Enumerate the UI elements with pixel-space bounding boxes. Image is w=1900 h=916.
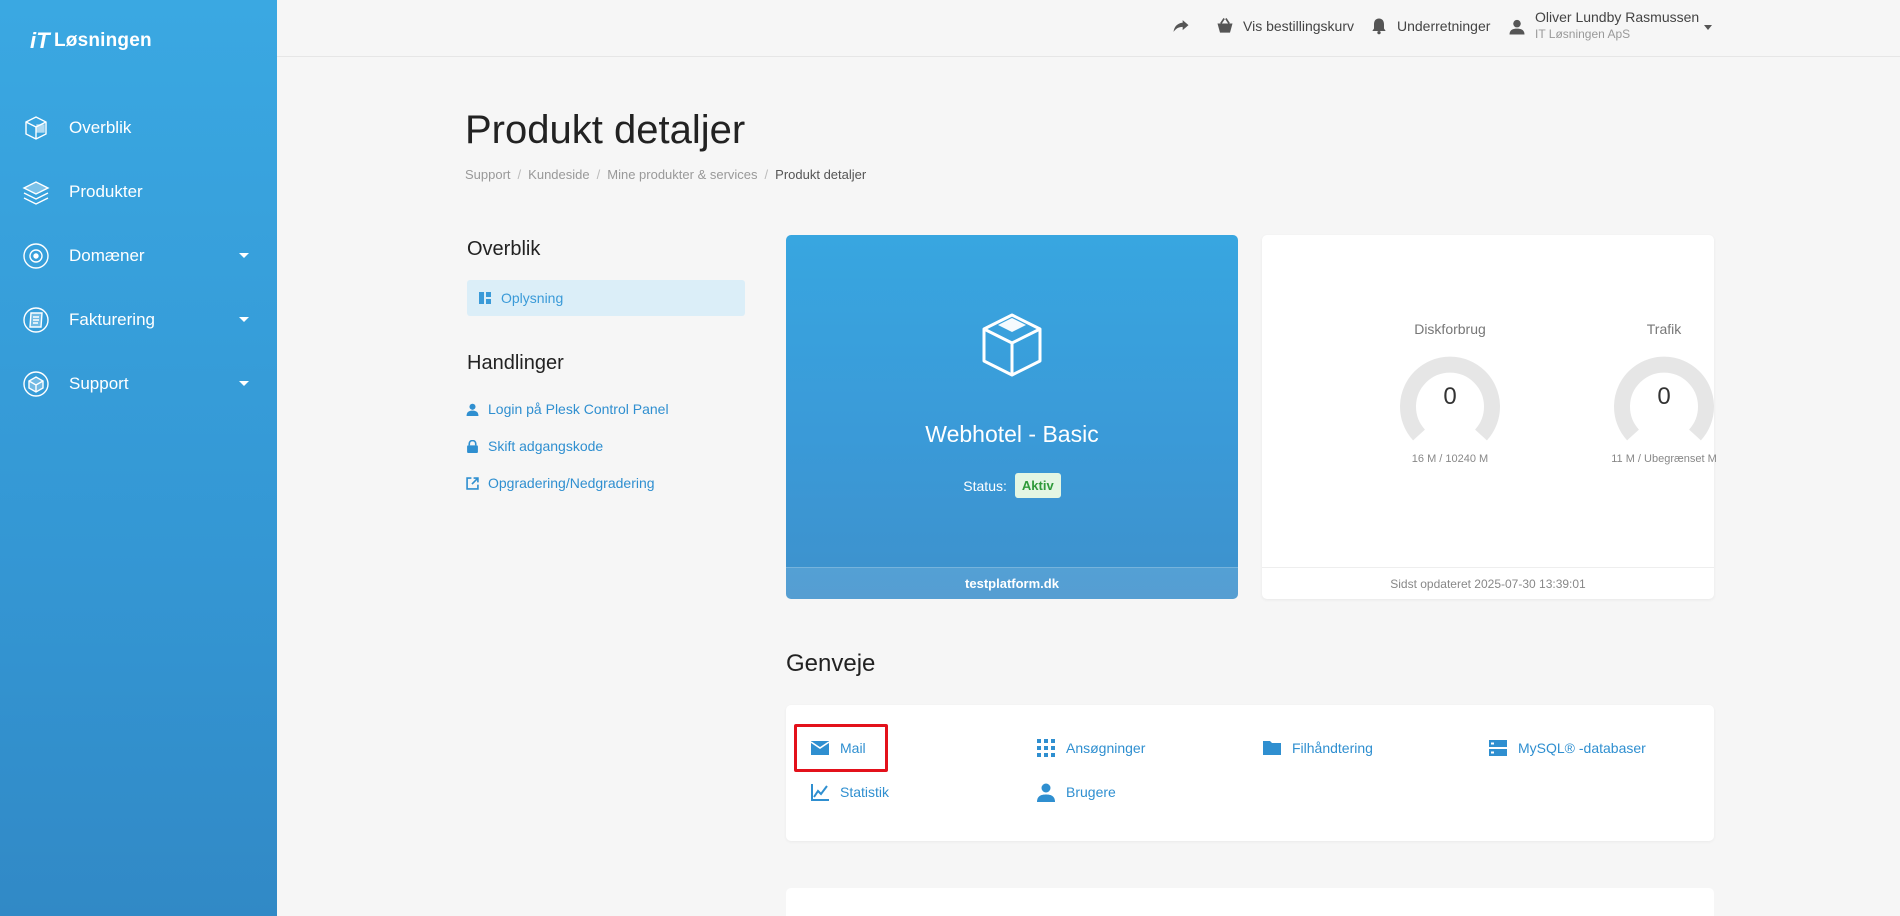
sidebar-item-support[interactable]: Support [0,352,277,416]
shortcut-label: Statistik [840,784,890,800]
bell-icon [1372,18,1386,35]
sidebar-nav: Overblik Produkter Domæner Fakturering S… [0,96,277,416]
shortcut-applications[interactable]: Ansøgninger [1036,738,1145,758]
sidebar-item-fakturering[interactable]: Fakturering [0,288,277,352]
shortcuts-card: Mail Ansøgninger Filhåndtering MySQL® -d… [786,705,1714,841]
user-icon [1509,19,1525,35]
basket-icon [1217,18,1233,33]
product-card: Webhotel - Basic Status: Aktiv testplatf… [786,235,1238,599]
product-box-icon [982,313,1042,377]
product-domain: testplatform.dk [786,567,1238,599]
product-status: Status: Aktiv [786,473,1238,498]
action-change-password[interactable]: Skift adgangskode [466,438,603,454]
page-title: Produkt detaljer [465,108,746,152]
overview-icon [20,112,52,144]
user-icon [466,403,479,416]
share-button[interactable] [1171,16,1191,36]
gauge-title: Trafik [1646,321,1682,337]
overview-item-label: Oplysning [501,290,564,306]
sidebar-item-overblik[interactable]: Overblik [0,96,277,160]
dashboard-icon [479,292,491,304]
action-label: Opgradering/Nedgradering [488,475,655,491]
sidebar-item-label: Overblik [69,118,132,137]
chevron-down-icon [239,253,249,258]
shortcut-statistics[interactable]: Statistik [810,782,889,802]
box-layers-icon [20,176,52,208]
brand-mark: iT [30,28,50,53]
shortcut-label: Filhåndtering [1292,740,1373,756]
shortcut-label: Mail [840,740,866,756]
breadcrumb-separator: / [764,167,769,182]
last-updated: Sidst opdateret 2025-07-30 13:39:01 [1262,567,1714,599]
person-icon [1037,783,1055,802]
gauge-value: 0 [1657,383,1671,410]
breadcrumb-current: Produkt detaljer [775,167,867,182]
gauge-chart: 0 [1611,351,1717,457]
sidebar: iT Løsningen Overblik Produkter Domæner … [0,0,277,916]
sidebar-item-label: Support [69,374,129,393]
apps-grid-icon [1037,739,1055,757]
database-icon [1489,740,1507,756]
breadcrumb-separator: / [517,167,522,182]
gauge-chart: 0 [1397,351,1503,457]
folder-icon [1263,741,1281,755]
globe-icon [20,240,52,272]
notifications-button[interactable]: Underretninger [1369,16,1490,36]
notifications-label: Underretninger [1397,18,1491,34]
user-name: Oliver Lundby Rasmussen [1535,9,1700,25]
sidebar-item-label: Fakturering [69,310,155,329]
overview-section-title: Overblik [467,238,541,260]
sidebar-item-domaener[interactable]: Domæner [0,224,277,288]
invoice-icon [20,304,52,336]
shortcut-mysql-databases[interactable]: MySQL® -databaser [1488,738,1646,758]
chevron-down-icon [239,317,249,322]
shortcut-users[interactable]: Brugere [1036,782,1116,802]
brand-logo[interactable]: iT Løsningen [30,28,152,54]
gauge-title: Diskforbrug [1414,321,1486,337]
breadcrumb: Support / Kundeside / Mine produkter & s… [465,167,866,182]
support-box-icon [20,368,52,400]
sidebar-item-label: Produkter [69,182,143,201]
actions-section-title: Handlinger [467,352,564,374]
shortcuts-title: Genveje [786,650,876,677]
bottom-card [786,888,1714,916]
breadcrumb-separator: / [596,167,601,182]
status-label: Status: [963,477,1007,494]
cart-button[interactable]: Vis bestillingskurv [1215,16,1354,36]
shortcut-label: MySQL® -databaser [1518,740,1646,756]
action-label: Skift adgangskode [488,438,604,454]
mail-icon [810,741,830,755]
share-arrow-icon [1173,20,1189,32]
traffic-usage-gauge: Trafik 0 11 M / Ubegrænset M [1594,321,1734,465]
overview-item-oplysning[interactable]: Oplysning [467,280,745,316]
shortcut-mail[interactable]: Mail [810,738,866,758]
shortcut-file-manager[interactable]: Filhåndtering [1262,738,1373,758]
external-link-icon [466,476,479,490]
sidebar-item-label: Domæner [69,246,145,265]
shortcut-label: Ansøgninger [1066,740,1146,756]
disk-usage-gauge: Diskforbrug 0 16 M / 10240 M [1380,321,1520,465]
shortcut-label: Brugere [1066,784,1116,800]
action-label: Login på Plesk Control Panel [488,401,669,417]
product-name: Webhotel - Basic [925,421,1099,447]
chevron-down-icon [1704,25,1712,30]
user-company: IT Løsningen ApS [1535,27,1631,41]
action-upgrade-downgrade[interactable]: Opgradering/Nedgradering [466,475,655,491]
user-info: Oliver Lundby Rasmussen IT Løsningen ApS [1535,9,1699,41]
user-menu[interactable]: Oliver Lundby Rasmussen IT Løsningen ApS [1507,9,1712,41]
sidebar-item-produkter[interactable]: Produkter [0,160,277,224]
action-plesk-login[interactable]: Login på Plesk Control Panel [466,401,669,417]
chart-icon [811,784,829,801]
chevron-down-icon [239,381,249,386]
breadcrumb-item[interactable]: Support [465,167,511,182]
topbar: Vis bestillingskurv Underretninger Olive… [277,0,1900,57]
breadcrumb-item[interactable]: Mine produkter & services [607,167,757,182]
status-badge: Aktiv [1014,473,1061,498]
cart-label: Vis bestillingskurv [1243,18,1355,34]
lock-icon [467,439,478,453]
breadcrumb-item[interactable]: Kundeside [528,167,589,182]
gauge-value: 0 [1443,383,1457,410]
usage-card: Diskforbrug 0 16 M / 10240 M Trafik 0 11… [1262,235,1717,599]
brand-name: Løsningen [53,30,152,51]
